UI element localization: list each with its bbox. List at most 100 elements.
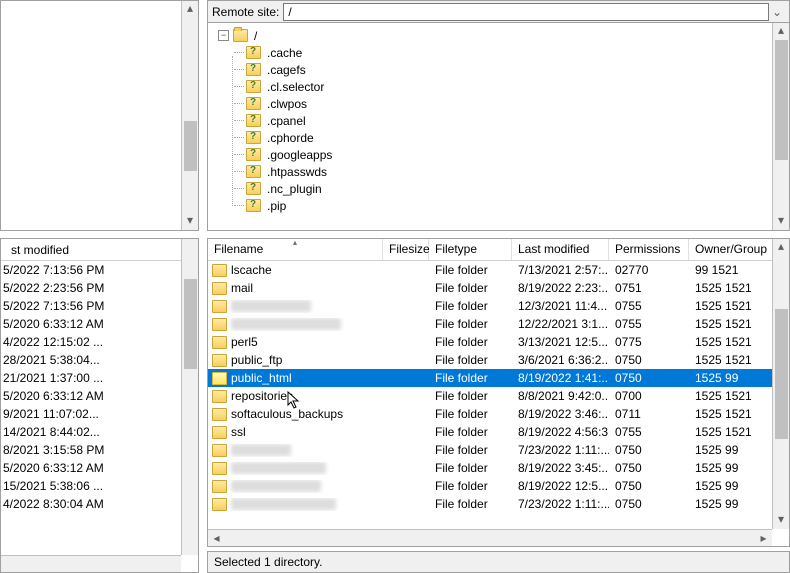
file-modified: 8/19/2022 2:23:...	[512, 281, 609, 295]
table-row[interactable]: sslFile folder8/19/2022 4:56:3...0755152…	[208, 423, 789, 441]
folder-unknown-icon	[246, 199, 261, 212]
tree-item[interactable]: .cpanel	[218, 112, 789, 129]
file-owner: 1525 1521	[689, 299, 773, 313]
list-item[interactable]: 5/2020 6:33:12 AM	[1, 387, 198, 405]
tree-item[interactable]: .pip	[218, 197, 789, 214]
scrollbar-vertical[interactable]	[181, 239, 198, 555]
file-owner: 1525 99	[689, 443, 773, 457]
scrollbar-vertical[interactable]: ▴ ▾	[772, 23, 789, 230]
list-item[interactable]: 4/2022 12:15:02 ...	[1, 333, 198, 351]
list-item[interactable]: 5/2022 2:23:56 PM	[1, 279, 198, 297]
scroll-down-icon[interactable]: ▾	[182, 213, 198, 230]
scroll-up-icon[interactable]: ▴	[182, 1, 198, 18]
scroll-left-icon[interactable]: ◂	[208, 531, 225, 545]
file-permissions: 0750	[609, 371, 689, 385]
scrollbar-vertical[interactable]: ▴ ▾	[181, 1, 198, 230]
collapse-icon[interactable]: −	[218, 30, 229, 41]
list-item[interactable]: 5/2020 6:33:12 AM	[1, 315, 198, 333]
scroll-thumb[interactable]	[184, 121, 197, 171]
file-modified: 8/8/2021 9:42:0...	[512, 389, 609, 403]
file-name-redacted	[231, 444, 291, 456]
tree-item[interactable]: .htpasswds	[218, 163, 789, 180]
tree-item[interactable]: .googleapps	[218, 146, 789, 163]
tree-item-label: .cphorde	[265, 131, 316, 145]
status-text: Selected 1 directory.	[214, 555, 323, 569]
column-filesize[interactable]: Filesize	[383, 239, 429, 260]
tree-item[interactable]: .cl.selector	[218, 78, 789, 95]
folder-unknown-icon	[246, 97, 261, 110]
file-modified: 7/13/2021 2:57:...	[512, 263, 609, 277]
scroll-thumb[interactable]	[184, 279, 197, 369]
scroll-up-icon[interactable]: ▴	[773, 23, 789, 40]
file-permissions: 0711	[609, 407, 689, 421]
tree-item-label: .pip	[265, 199, 288, 213]
table-row[interactable]: public_htmlFile folder8/19/2022 1:41:...…	[208, 369, 789, 387]
tree-root-label: /	[252, 29, 259, 43]
path-dropdown-icon[interactable]: ⌄	[769, 5, 785, 19]
table-row[interactable]: lscacheFile folder7/13/2021 2:57:...0277…	[208, 261, 789, 279]
scroll-right-icon[interactable]: ▸	[755, 531, 772, 545]
tree-item-label: .clwpos	[265, 97, 309, 111]
remote-tree-pane: Remote site: / ⌄ − / .cache.cagefs.cl.se…	[207, 0, 790, 231]
scroll-down-icon[interactable]: ▾	[773, 213, 789, 230]
scroll-thumb[interactable]	[775, 40, 788, 160]
folder-icon	[212, 336, 227, 349]
remote-path-bar: Remote site: / ⌄	[208, 1, 789, 23]
table-row[interactable]: public_ftpFile folder3/6/2021 6:36:2...0…	[208, 351, 789, 369]
table-row[interactable]: softaculous_backupsFile folder8/19/2022 …	[208, 405, 789, 423]
file-type: File folder	[429, 479, 512, 493]
column-filename[interactable]: ▴ Filename	[208, 239, 383, 260]
column-owner[interactable]: Owner/Group	[689, 239, 773, 260]
file-name: public_html	[231, 371, 292, 385]
tree-item[interactable]: .cphorde	[218, 129, 789, 146]
column-last-modified[interactable]: st modified	[5, 243, 75, 257]
tree-item[interactable]: .cagefs	[218, 61, 789, 78]
file-permissions: 0700	[609, 389, 689, 403]
file-owner: 1525 99	[689, 497, 773, 511]
column-permissions[interactable]: Permissions	[609, 239, 689, 260]
table-row[interactable]: File folder8/19/2022 12:5...07501525 99	[208, 477, 789, 495]
column-filetype[interactable]: Filetype	[429, 239, 512, 260]
list-item[interactable]: 5/2020 6:33:12 AM	[1, 459, 198, 477]
table-row[interactable]: File folder12/22/2021 3:1...07551525 152…	[208, 315, 789, 333]
file-name: public_ftp	[231, 353, 282, 367]
remote-tree[interactable]: − / .cache.cagefs.cl.selector .clwpos.cpa…	[208, 23, 789, 218]
list-item[interactable]: 5/2022 7:13:56 PM	[1, 297, 198, 315]
table-row[interactable]: File folder7/23/2022 1:11:...07501525 99	[208, 441, 789, 459]
list-item[interactable]: 15/2021 5:38:06 ...	[1, 477, 198, 495]
list-item[interactable]: 4/2022 8:30:04 AM	[1, 495, 198, 513]
table-row[interactable]: File folder12/3/2021 11:4...07551525 152…	[208, 297, 789, 315]
column-last-modified[interactable]: Last modified	[512, 239, 609, 260]
scroll-up-icon[interactable]: ▴	[773, 239, 789, 256]
scrollbar-vertical[interactable]: ▴ ▾	[772, 239, 789, 529]
folder-unknown-icon	[246, 131, 261, 144]
list-item[interactable]: 21/2021 1:37:00 ...	[1, 369, 198, 387]
file-owner: 1525 1521	[689, 317, 773, 331]
scrollbar-horizontal[interactable]: ◂ ▸	[208, 529, 772, 546]
table-row[interactable]: File folder7/23/2022 1:11:...07501525 99	[208, 495, 789, 513]
remote-file-list-pane: ▴ Filename Filesize Filetype Last modifi…	[207, 238, 790, 547]
tree-item[interactable]: .clwpos	[218, 95, 789, 112]
scroll-down-icon[interactable]: ▾	[773, 512, 789, 529]
file-type: File folder	[429, 353, 512, 367]
folder-icon	[212, 444, 227, 457]
list-item[interactable]: 28/2021 5:38:04...	[1, 351, 198, 369]
local-tree-pane: ▴ ▾	[0, 0, 199, 231]
list-item[interactable]: 8/2021 3:15:58 PM	[1, 441, 198, 459]
table-row[interactable]: repositoriesFile folder8/8/2021 9:42:0..…	[208, 387, 789, 405]
file-name: softaculous_backups	[231, 407, 343, 421]
local-list-header[interactable]: st modified	[1, 239, 198, 261]
scrollbar-horizontal[interactable]	[1, 555, 181, 572]
table-row[interactable]: File folder8/19/2022 3:45:...07501525 99	[208, 459, 789, 477]
remote-path-input[interactable]: /	[283, 3, 769, 21]
tree-item[interactable]: .nc_plugin	[218, 180, 789, 197]
tree-item[interactable]: .cache	[218, 44, 789, 61]
table-row[interactable]: mailFile folder8/19/2022 2:23:...0751152…	[208, 279, 789, 297]
table-row[interactable]: perl5File folder3/13/2021 12:5...0775152…	[208, 333, 789, 351]
list-item[interactable]: 9/2021 11:07:02...	[1, 405, 198, 423]
file-permissions: 0751	[609, 281, 689, 295]
scroll-thumb[interactable]	[775, 309, 788, 439]
list-item[interactable]: 5/2022 7:13:56 PM	[1, 261, 198, 279]
tree-root[interactable]: − /	[218, 27, 789, 44]
list-item[interactable]: 14/2021 8:44:02...	[1, 423, 198, 441]
